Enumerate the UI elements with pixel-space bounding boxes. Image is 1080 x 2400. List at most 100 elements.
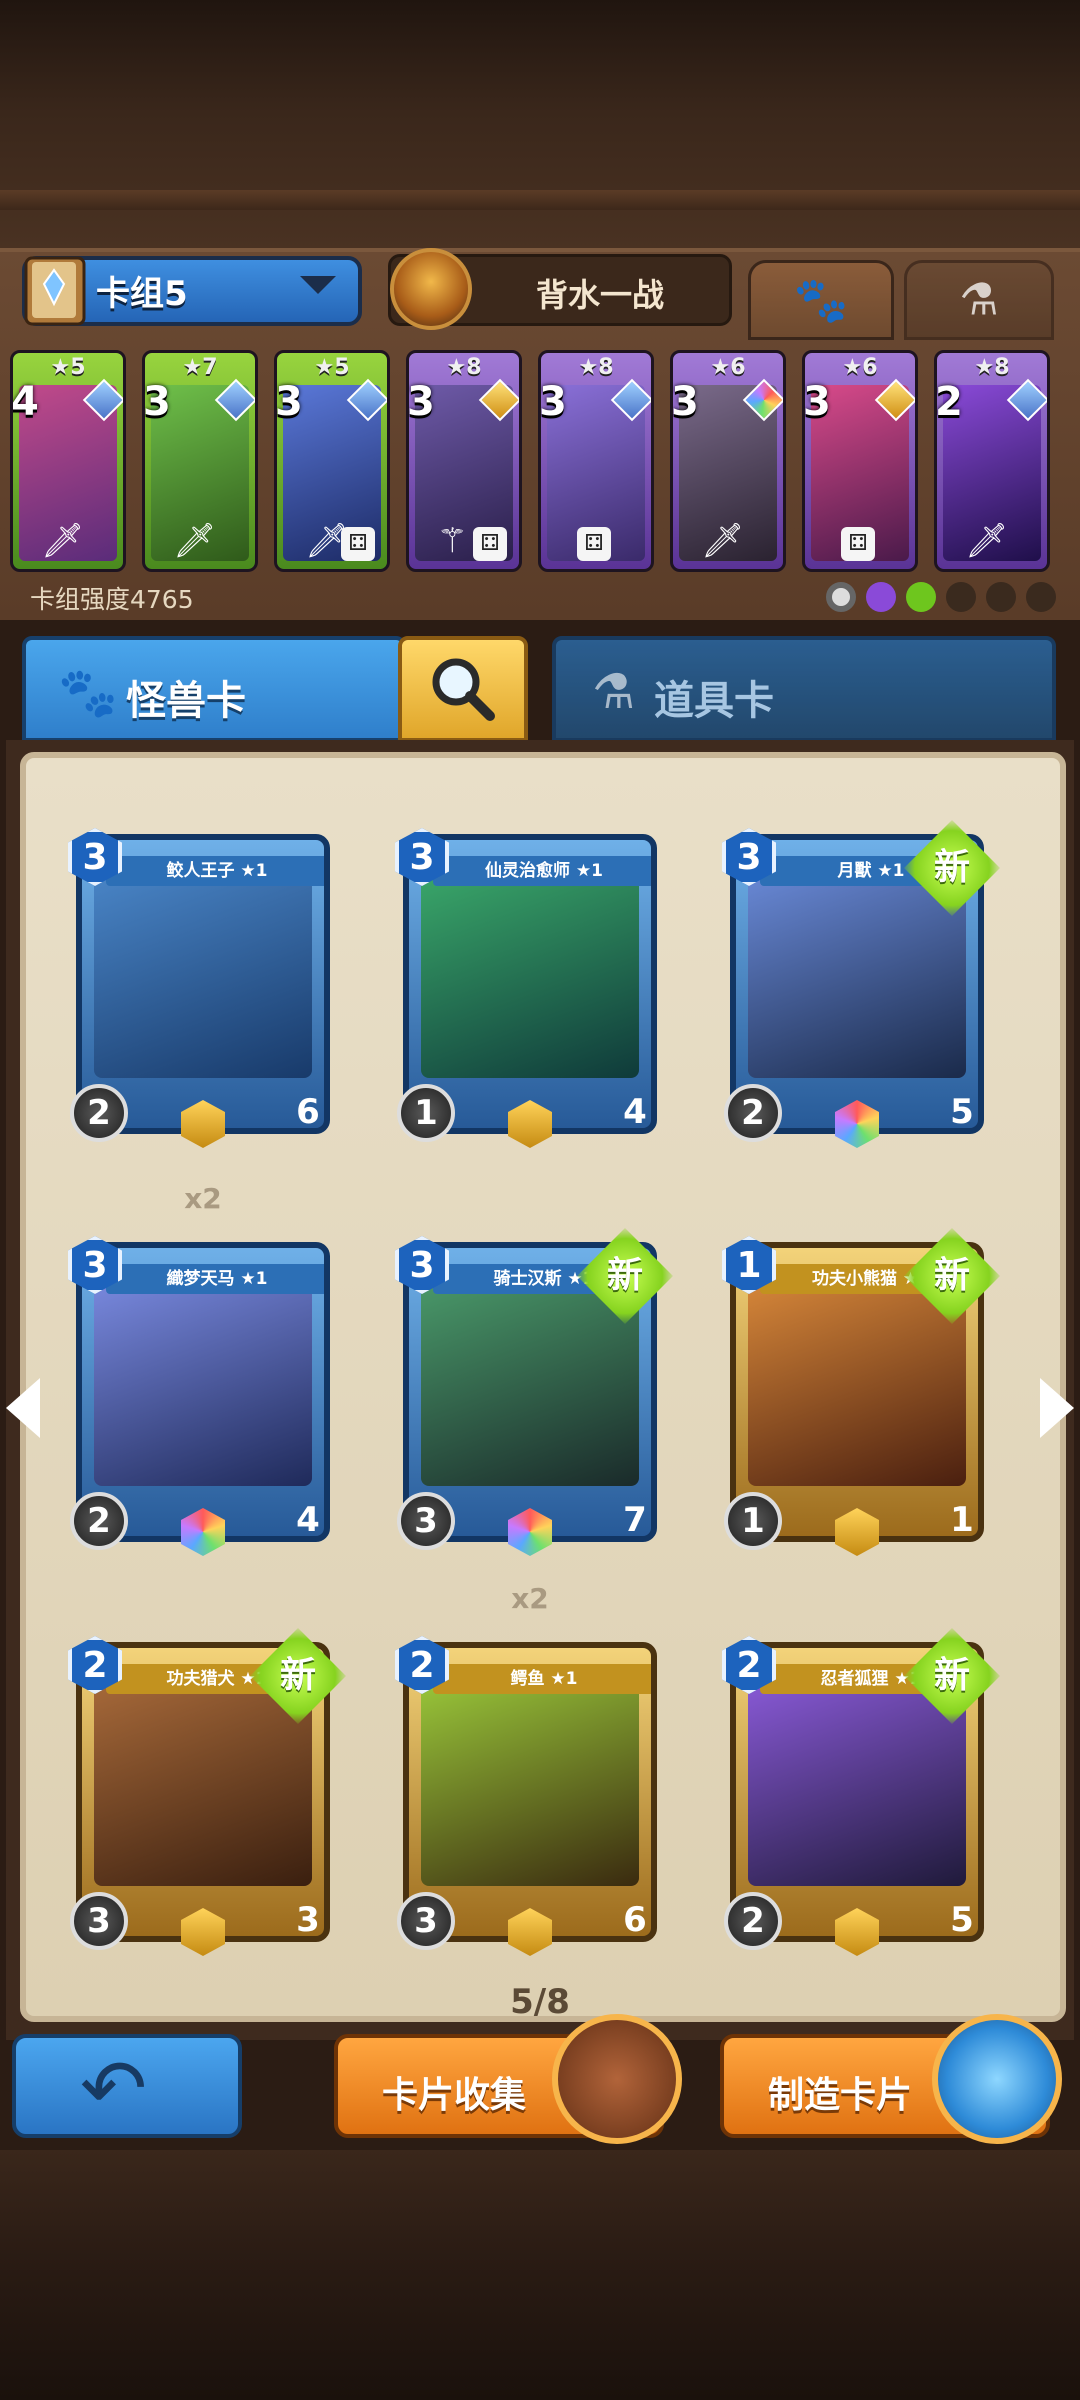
card-title: 鳄鱼 ★1 — [433, 1664, 651, 1694]
paw-icon: 🐾 — [793, 275, 849, 326]
card-title: 鲛人王子 ★1 — [106, 856, 324, 886]
staff-icon: ⚚ — [437, 521, 468, 561]
hero-name: 背水一战 — [535, 276, 664, 314]
card-stars: ★7 — [182, 355, 218, 380]
card-cost: 4 — [11, 379, 39, 425]
card-cost: 3 — [539, 379, 567, 425]
next-page-arrow-icon[interactable] — [1040, 1378, 1074, 1438]
page-indicator: 5/8 — [510, 1982, 570, 2022]
card-stars: ★5 — [314, 355, 350, 380]
potion-icon: ⚗ — [592, 664, 636, 720]
paw-jar-icon — [932, 2014, 1062, 2144]
chevron-down-icon[interactable] — [300, 276, 336, 294]
card-cost: 2 — [935, 379, 963, 425]
card-cost: 3 — [803, 379, 831, 425]
prev-page-arrow-icon[interactable] — [6, 1378, 40, 1438]
card-title: 仙灵治愈师 ★1 — [433, 856, 651, 886]
tab-item-label: 道具卡 — [654, 678, 774, 724]
card-book-icon — [552, 2014, 682, 2144]
card-health: 4 — [605, 1076, 665, 1146]
deck-power: 卡组强度4765 — [30, 585, 194, 614]
duplicate-count: x2 — [184, 1182, 222, 1215]
tab-monster-label: 怪兽卡 — [126, 678, 246, 724]
deck-card[interactable]: ★6 3 🗡 — [670, 350, 786, 572]
card-cost: 3 — [275, 379, 303, 425]
deck-card[interactable]: ★6 3 ⚃ — [802, 350, 918, 572]
card-attack: 2 — [724, 1084, 782, 1142]
shield-icon — [866, 582, 896, 612]
card-stars: ★8 — [974, 355, 1010, 380]
card-collection-label: 卡片收集 — [382, 2075, 527, 2116]
card-attack: 1 — [397, 1084, 455, 1142]
paw-icon: 🐾 — [58, 665, 118, 721]
sword-icon: 🗡 — [701, 521, 745, 561]
deck-card[interactable]: ★5 3 🗡 ⚃ — [274, 350, 390, 572]
dice-icon: ⚃ — [341, 527, 375, 561]
deck-card[interactable]: ★8 3 ⚚ ⚃ — [406, 350, 522, 572]
collection-card[interactable]: 功夫猎犬 ★1 2 3 3 新 — [68, 1624, 346, 1956]
arrow-down-icon — [906, 582, 936, 612]
card-stars: ★6 — [842, 355, 878, 380]
collection-card[interactable]: 鲛人王子 ★1 3 2 6 — [68, 816, 338, 1148]
card-stars: ★5 — [50, 355, 86, 380]
card-health: 5 — [932, 1884, 992, 1954]
card-art — [748, 1278, 966, 1486]
deck-card[interactable]: ★5 4 🗡 — [10, 350, 126, 572]
card-health: 3 — [278, 1884, 338, 1954]
card-health: 7 — [605, 1484, 665, 1554]
card-health: 4 — [278, 1484, 338, 1554]
deck-card[interactable]: ★8 2 🗡 — [934, 350, 1050, 572]
bottom-background — [0, 2150, 1080, 2400]
deck-card[interactable]: ★8 3 ⚃ — [538, 350, 654, 572]
collection-card[interactable]: 忍者狐狸 ★1 2 2 5 新 — [722, 1624, 1000, 1956]
collection-card[interactable]: 骑士汉斯 ★1 3 3 7 新 — [395, 1224, 673, 1556]
card-attack: 2 — [70, 1084, 128, 1142]
card-attack: 2 — [70, 1492, 128, 1550]
collection-card[interactable]: x2 織梦天马 ★1 3 2 4 — [68, 1182, 338, 1556]
collection-card[interactable]: 月獸 ★1 3 2 5 新 — [722, 816, 1000, 1148]
deck-card-strip: ★5 4 🗡 ★7 3 🗡 ★5 3 🗡 ⚃ ★8 3 ⚚ ⚃ ★8 3 ⚃ ★… — [10, 350, 1070, 572]
search-icon — [424, 650, 504, 746]
hero-avatar[interactable] — [390, 248, 472, 330]
tab-monster-deck[interactable]: 🐾 — [748, 260, 894, 340]
sword-icon: 🗡 — [965, 521, 1009, 561]
circle-icon — [826, 582, 856, 612]
card-art — [421, 1678, 639, 1886]
card-attack: 1 — [724, 1492, 782, 1550]
card-health: 1 — [932, 1484, 992, 1554]
card-attack: 2 — [724, 1892, 782, 1950]
card-art — [94, 1678, 312, 1886]
card-attack: 3 — [70, 1892, 128, 1950]
potion-icon: ⚗ — [959, 274, 999, 326]
dice-icon: ⚃ — [577, 527, 611, 561]
deck-book-icon — [20, 250, 92, 330]
back-arrow-icon: ↶ — [80, 2042, 148, 2135]
card-stars: ★8 — [446, 355, 482, 380]
card-stars: ★6 — [710, 355, 746, 380]
card-cost: 3 — [407, 379, 435, 425]
fire-icon — [1026, 582, 1056, 612]
card-art — [748, 1678, 966, 1886]
card-art — [94, 1278, 312, 1486]
horn-icon — [986, 582, 1016, 612]
card-attack: 3 — [397, 1492, 455, 1550]
dice-icon: ⚃ — [841, 527, 875, 561]
card-cost: 3 — [671, 379, 699, 425]
card-art — [94, 870, 312, 1078]
deck-card[interactable]: ★7 3 🗡 — [142, 350, 258, 572]
dice-icon: ⚃ — [473, 527, 507, 561]
tab-item-deck[interactable]: ⚗ — [904, 260, 1054, 340]
card-health: 6 — [278, 1076, 338, 1146]
top-background — [0, 0, 1080, 250]
card-title: 織梦天马 ★1 — [106, 1264, 324, 1294]
card-attack: 3 — [397, 1892, 455, 1950]
card-cost: 3 — [143, 379, 171, 425]
sword-icon: 🗡 — [173, 521, 217, 561]
sword-icon: 🗡 — [41, 521, 85, 561]
collection-card[interactable]: 功夫小熊猫 ★1 1 1 1 新 — [722, 1224, 1000, 1556]
hand-icon — [946, 582, 976, 612]
deck-status-icons — [826, 582, 1056, 614]
collection-card[interactable]: x2 鳄鱼 ★1 2 3 6 — [395, 1582, 665, 1956]
deck-name: 卡组5 — [96, 274, 188, 314]
collection-card[interactable]: 仙灵治愈师 ★1 3 1 4 — [395, 816, 665, 1148]
